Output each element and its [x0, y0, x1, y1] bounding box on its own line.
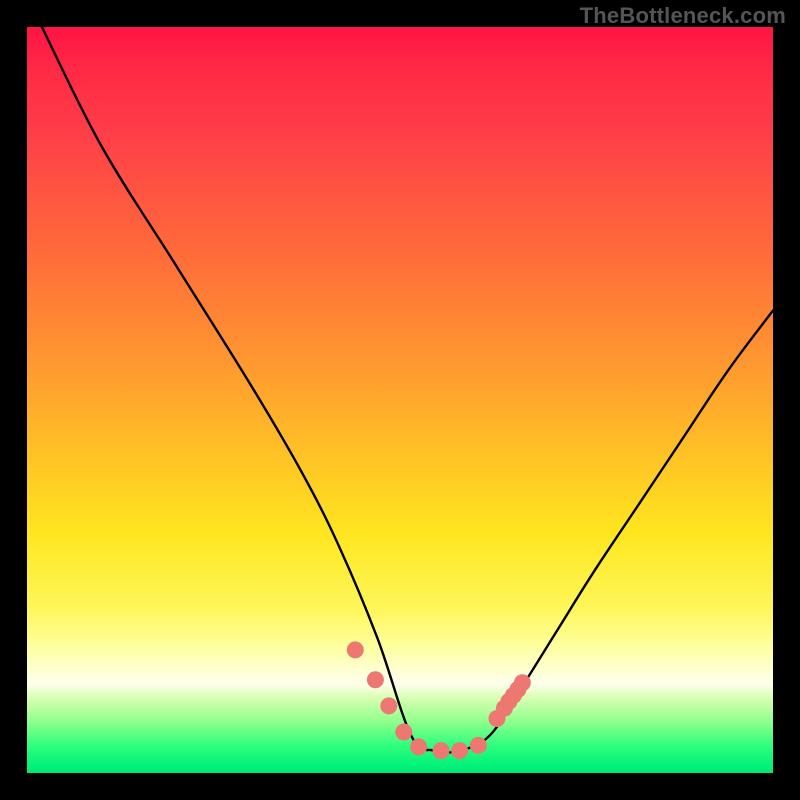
watermark-text: TheBottleneck.com — [580, 3, 786, 29]
data-dot — [451, 742, 468, 759]
data-dot — [380, 697, 397, 714]
outer-frame: TheBottleneck.com — [0, 0, 800, 800]
bottleneck-curve — [42, 27, 773, 753]
chart-svg — [27, 27, 773, 773]
data-dot — [514, 674, 531, 691]
data-dot — [470, 737, 487, 754]
data-dots — [347, 641, 531, 759]
data-dot — [433, 742, 450, 759]
plot-area — [27, 27, 773, 773]
data-dot — [395, 723, 412, 740]
data-dot — [347, 641, 364, 658]
data-dot — [367, 671, 384, 688]
data-dot — [410, 738, 427, 755]
